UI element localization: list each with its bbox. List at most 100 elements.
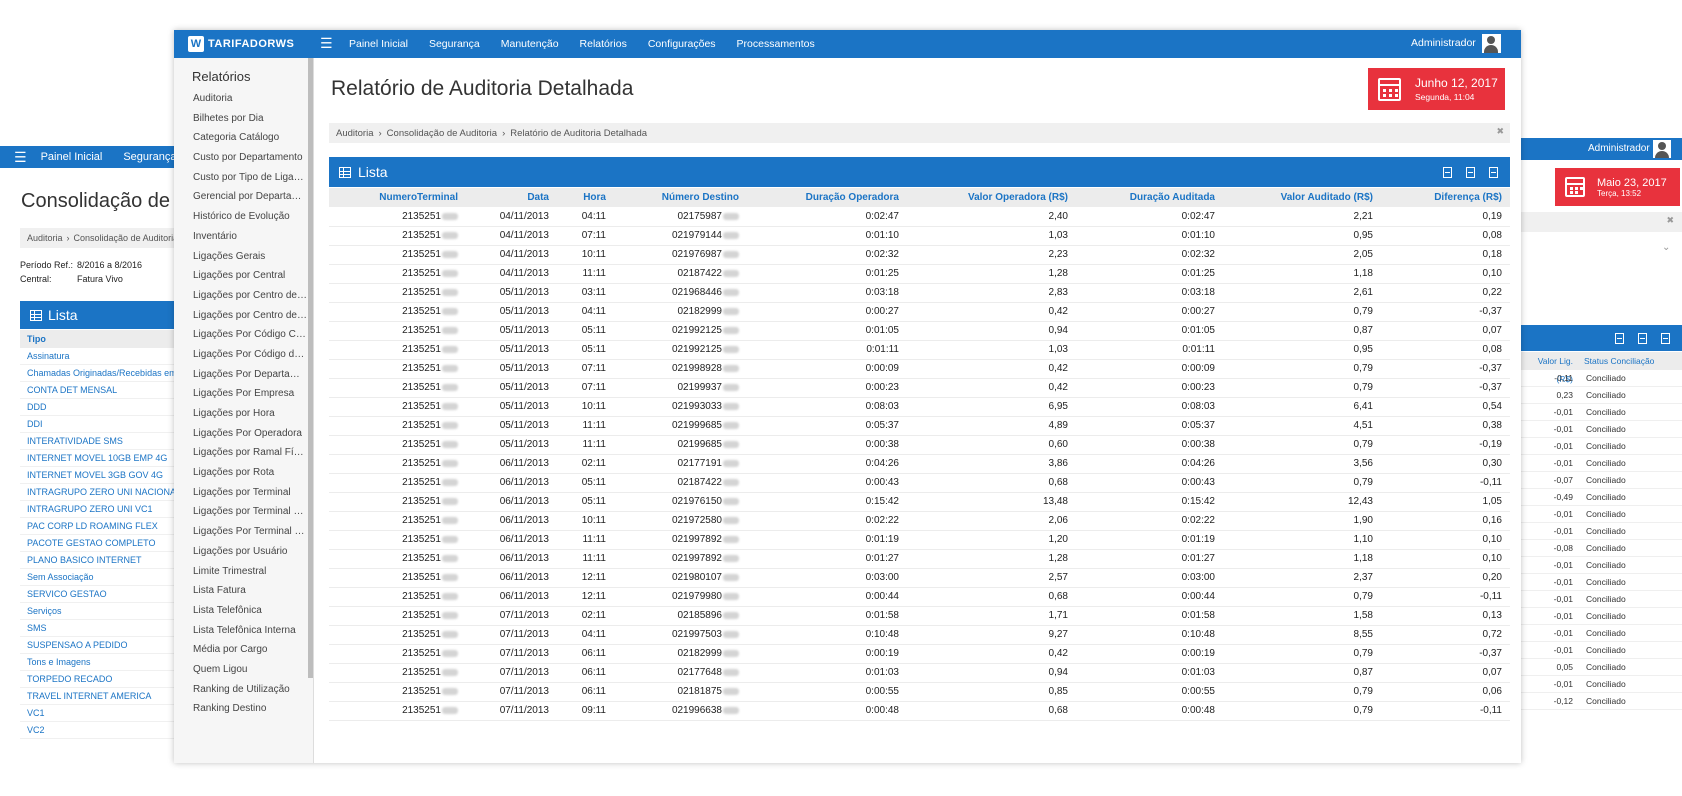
sidebar-item[interactable]: Ligações por Ramal Físico [193, 443, 308, 463]
chevron-down-icon[interactable]: ⌄ [1662, 242, 1670, 253]
list-item[interactable]: INTERNET MOVEL 10GB EMP 4G [20, 450, 180, 467]
list-item[interactable]: SERVICO GESTAO [20, 586, 180, 603]
table-row[interactable]: 2135251 06/11/2013 05:11 02187422 0:00:43 0,6… [329, 473, 1510, 492]
user-name[interactable]: Administrador [1411, 37, 1476, 49]
table-row[interactable]: 2135251 07/11/2013 02:11 02185896 0:01:58 1,7… [329, 606, 1510, 625]
nav-painel-inicial[interactable]: Painel Inicial [349, 38, 408, 50]
table-row[interactable]: -0,01 Conciliado [1520, 438, 1682, 455]
table-row[interactable]: 2135251 07/11/2013 06:11 02181875 0:00:55 0,8… [329, 682, 1510, 701]
table-row[interactable]: 2135251 05/11/2013 05:11 021992125 0:01:11 1,… [329, 340, 1510, 359]
table-row[interactable]: -0,01 Conciliado [1520, 608, 1682, 625]
sidebar-item[interactable]: Gerencial por Departamento [193, 187, 308, 207]
table-row[interactable]: -0,01 Conciliado [1520, 625, 1682, 642]
sidebar-item[interactable]: Custo por Tipo de Ligação [193, 168, 308, 188]
list-item[interactable]: DDI [20, 416, 180, 433]
left-nav-seguranca[interactable]: Segurança [123, 151, 176, 163]
menu-icon[interactable]: ☰ [14, 149, 27, 166]
close-icon[interactable]: ✖ [1666, 215, 1674, 226]
breadcrumb-consolidacao[interactable]: Consolidação de Auditoria [387, 128, 497, 139]
table-row[interactable]: -0,01 Conciliado [1520, 574, 1682, 591]
sidebar-item[interactable]: Ligações por Usuário [193, 542, 308, 562]
table-row[interactable]: 2135251 06/11/2013 11:11 021997892 0:01:19 1,… [329, 530, 1510, 549]
col-valor-auditado[interactable]: Valor Auditado (R$) [1223, 188, 1381, 207]
col-numero-terminal[interactable]: NumeroTerminal [329, 188, 466, 207]
col-status[interactable]: Status Conciliação [1573, 352, 1654, 370]
table-row[interactable]: 2135251 05/11/2013 05:11 021992125 0:01:05 0,… [329, 321, 1510, 340]
sidebar-item[interactable]: Ranking Destino [193, 699, 308, 719]
table-row[interactable]: 0,05 Conciliado [1520, 659, 1682, 676]
sidebar-item[interactable]: Ligações por Terminal [193, 483, 308, 503]
sidebar-item[interactable]: Histórico de Evolução [193, 207, 308, 227]
right-user-name[interactable]: Administrador [1588, 143, 1650, 154]
table-row[interactable]: 2135251 07/11/2013 09:11 021996638 0:00:48 0,… [329, 701, 1510, 720]
left-nav-painel[interactable]: Painel Inicial [41, 151, 103, 163]
table-row[interactable]: -0,01 Conciliado [1520, 642, 1682, 659]
list-item[interactable]: DDD [20, 399, 180, 416]
col-diferenca[interactable]: Diferença (R$) [1381, 188, 1510, 207]
table-row[interactable]: -0,49 Conciliado [1520, 489, 1682, 506]
col-numero-destino[interactable]: Número Destino [614, 188, 747, 207]
list-item[interactable]: PAC CORP LD ROAMING FLEX [20, 518, 180, 535]
sidebar-item[interactable]: Lista Telefônica Interna [193, 621, 308, 641]
export-xls-icon[interactable] [1489, 166, 1498, 178]
nav-relatorios[interactable]: Relatórios [580, 38, 627, 50]
table-row[interactable]: 2135251 05/11/2013 11:11 021999685 0:05:37 4,… [329, 416, 1510, 435]
export-doc-icon[interactable] [1443, 166, 1452, 178]
col-duracao-auditada[interactable]: Duração Auditada [1076, 188, 1223, 207]
sidebar-scrollbar[interactable] [308, 58, 313, 678]
sidebar-item[interactable]: Ranking de Utilização [193, 680, 308, 700]
list-item[interactable]: INTERATIVIDADE SMS [20, 433, 180, 450]
list-item[interactable]: INTRAGRUPO ZERO UNI VC1 [20, 501, 180, 518]
list-item[interactable]: Chamadas Originadas/Recebidas em R [20, 365, 180, 382]
sidebar-item[interactable]: Lista Telefônica [193, 601, 308, 621]
list-item[interactable]: CONTA DET MENSAL [20, 382, 180, 399]
table-row[interactable]: -0,07 Conciliado [1520, 472, 1682, 489]
list-item[interactable]: PLANO BASICO INTERNET [20, 552, 180, 569]
list-item[interactable]: SUSPENSAO A PEDIDO [20, 637, 180, 654]
list-item[interactable]: INTRAGRUPO ZERO UNI NACIONAL [20, 484, 180, 501]
sidebar-item[interactable]: Quem Ligou [193, 660, 308, 680]
table-row[interactable]: 2135251 06/11/2013 05:11 021976150 0:15:42 13… [329, 492, 1510, 511]
sidebar-item[interactable]: Ligações por Centro de Custo [193, 306, 308, 326]
sidebar-item[interactable]: Bilhetes por Dia [193, 109, 308, 129]
table-row[interactable]: 2135251 04/11/2013 04:11 02175987 0:02:47 2,4… [329, 207, 1510, 226]
logo[interactable]: W TARIFADORWS [188, 36, 294, 52]
col-data[interactable]: Data [466, 188, 557, 207]
table-row[interactable]: 2135251 06/11/2013 12:11 021980107 0:03:00 2,… [329, 568, 1510, 587]
menu-icon[interactable]: ☰ [320, 35, 333, 52]
nav-manutencao[interactable]: Manutenção [501, 38, 559, 50]
table-row[interactable]: -0,01 Conciliado [1520, 404, 1682, 421]
sidebar-item[interactable]: Auditoria [193, 89, 308, 109]
table-row[interactable]: 2135251 05/11/2013 11:11 02199685 0:00:38 0,6… [329, 435, 1510, 454]
table-row[interactable]: -0,08 Conciliado [1520, 540, 1682, 557]
export-pdf-icon[interactable] [1638, 332, 1647, 344]
sidebar-item[interactable]: Ligações por Terminal do Usuário [193, 502, 308, 522]
table-row[interactable]: -0,01 Conciliado [1520, 523, 1682, 540]
sidebar-item[interactable]: Ligações por Centro de Custo [193, 286, 308, 306]
table-row[interactable]: 2135251 07/11/2013 06:11 02177648 0:01:03 0,9… [329, 663, 1510, 682]
table-row[interactable]: -0,11 Conciliado [1520, 370, 1682, 387]
table-row[interactable]: -0,01 Conciliado [1520, 455, 1682, 472]
table-row[interactable]: 2135251 06/11/2013 11:11 021997892 0:01:27 1,… [329, 549, 1510, 568]
breadcrumb-item[interactable]: Auditoria [27, 233, 63, 243]
list-item[interactable]: Serviços [20, 603, 180, 620]
sidebar-item[interactable]: Média por Cargo [193, 640, 308, 660]
export-pdf-icon[interactable] [1466, 166, 1475, 178]
export-doc-icon[interactable] [1615, 332, 1624, 344]
table-row[interactable]: 2135251 04/11/2013 11:11 02187422 0:01:25 1,2… [329, 264, 1510, 283]
table-row[interactable]: 2135251 06/11/2013 12:11 021979980 0:00:44 0,… [329, 587, 1510, 606]
sidebar-item[interactable]: Ligações Por Empresa [193, 384, 308, 404]
nav-seguranca[interactable]: Segurança [429, 38, 480, 50]
table-row[interactable]: 2135251 06/11/2013 02:11 02177191 0:04:26 3,8… [329, 454, 1510, 473]
list-item[interactable]: Sem Associação [20, 569, 180, 586]
table-row[interactable]: 2135251 06/11/2013 10:11 021972580 0:02:22 2,… [329, 511, 1510, 530]
sidebar-item[interactable]: Ligações Por Código de Acesso [193, 345, 308, 365]
table-row[interactable]: 2135251 04/11/2013 07:11 021979144 0:01:10 1,… [329, 226, 1510, 245]
export-xls-icon[interactable] [1661, 332, 1670, 344]
list-item[interactable]: TRAVEL INTERNET AMERICA [20, 688, 180, 705]
list-item[interactable]: VC2 [20, 722, 180, 739]
table-row[interactable]: -0,01 Conciliado [1520, 421, 1682, 438]
table-row[interactable]: 2135251 05/11/2013 03:11 021968446 0:03:18 2,… [329, 283, 1510, 302]
sidebar-item[interactable]: Lista Fatura [193, 581, 308, 601]
table-row[interactable]: -0,01 Conciliado [1520, 676, 1682, 693]
